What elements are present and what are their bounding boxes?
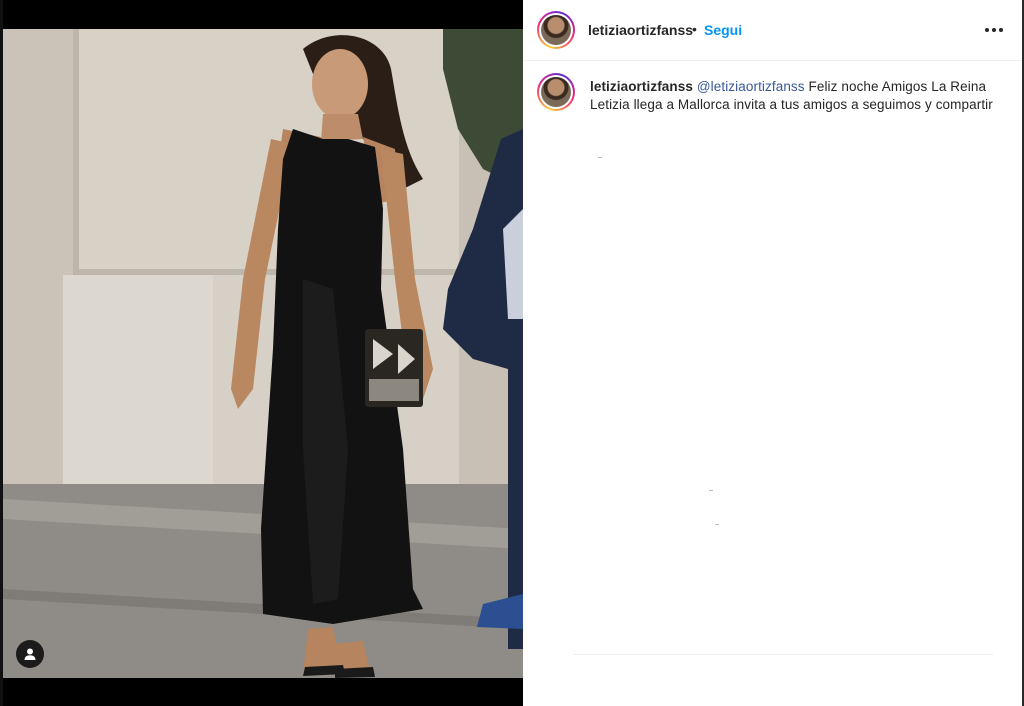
- more-horizontal-icon[interactable]: [982, 18, 1006, 42]
- caption-author[interactable]: letiziaortizfanss: [590, 79, 693, 94]
- compression-artifact: [709, 490, 713, 491]
- post-side-panel: letiziaortizfanss • Segui letiziaortizfa…: [523, 0, 1022, 706]
- user-tag-icon[interactable]: [16, 640, 44, 668]
- compression-artifact: [715, 524, 719, 525]
- person-glyph-icon: [24, 648, 36, 660]
- caption-text: letiziaortizfanss @letiziaortizfanss Fel…: [590, 78, 995, 114]
- profile-avatar[interactable]: [537, 11, 575, 49]
- panel-divider: [573, 654, 993, 655]
- compression-artifact: [598, 157, 602, 158]
- caption-mention[interactable]: @letiziaortizfanss: [697, 79, 805, 94]
- letterbox-top: [3, 0, 523, 29]
- caption-avatar[interactable]: [537, 73, 575, 111]
- post-media[interactable]: [3, 0, 523, 706]
- post-photo[interactable]: [3, 29, 523, 678]
- photo-illustration: [3, 29, 523, 678]
- post-header: letiziaortizfanss • Segui: [523, 0, 1022, 61]
- separator-dot: •: [692, 21, 697, 37]
- header-username[interactable]: letiziaortizfanss: [588, 22, 693, 38]
- follow-button[interactable]: Segui: [704, 22, 742, 38]
- letterbox-bottom: [3, 678, 523, 706]
